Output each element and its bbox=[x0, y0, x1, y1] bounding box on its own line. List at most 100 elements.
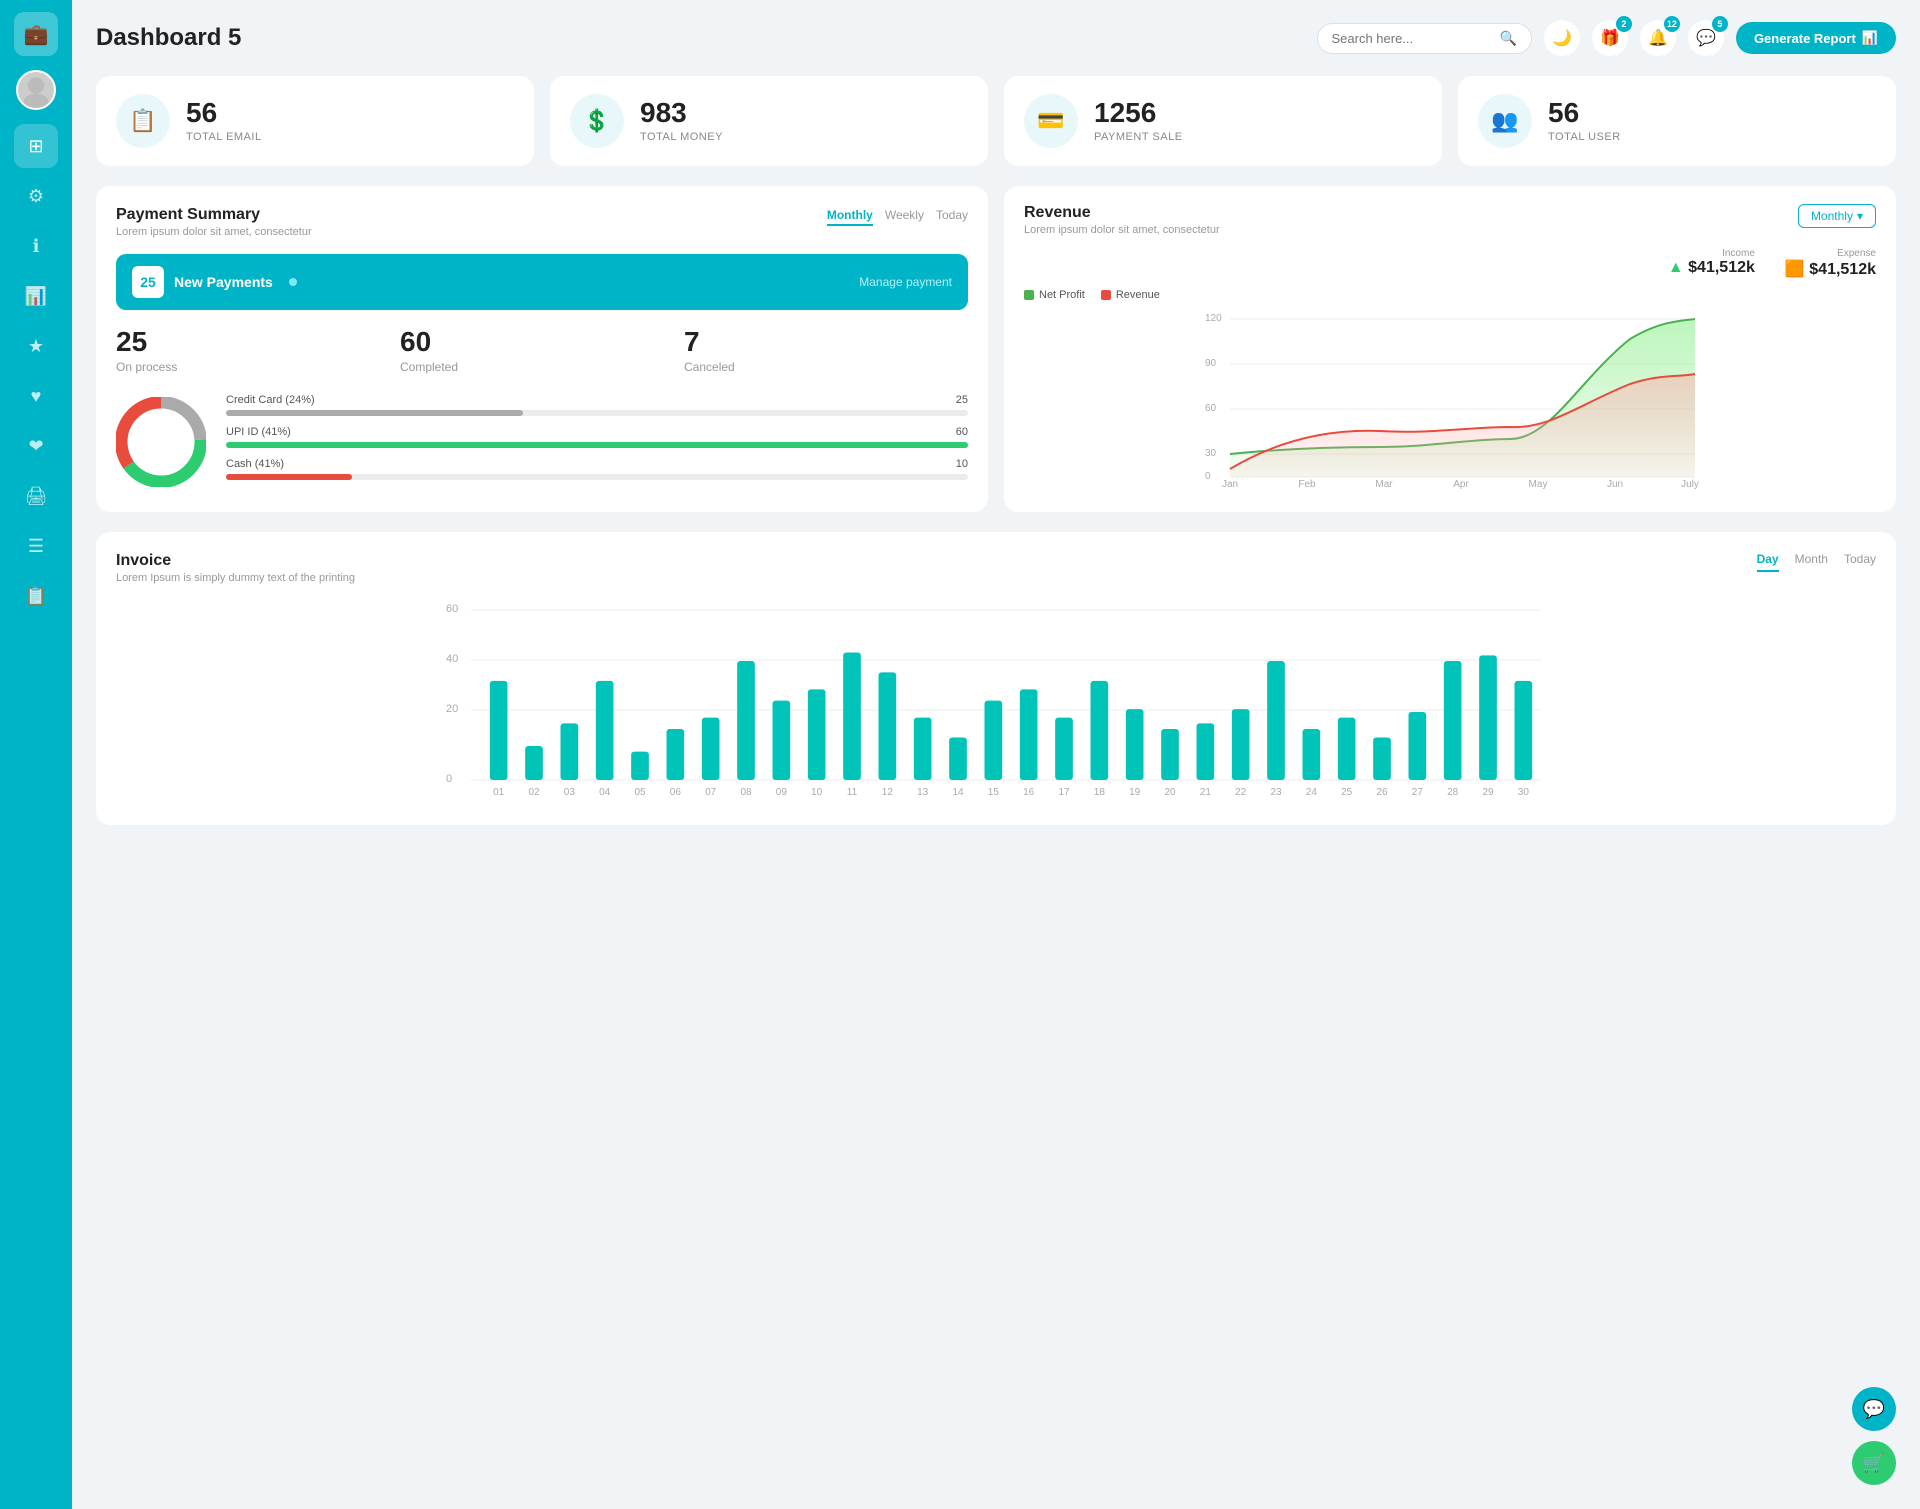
progress-bar-fill-credit bbox=[226, 410, 523, 416]
avatar[interactable] bbox=[16, 70, 56, 110]
revenue-header: Revenue Lorem ipsum dolor sit amet, cons… bbox=[1024, 204, 1876, 236]
stat-info-money: 983 TOTAL MONEY bbox=[640, 99, 723, 143]
page-title: Dashboard 5 bbox=[96, 24, 241, 52]
payment-label: PAYMENT SALE bbox=[1094, 131, 1183, 143]
gift-button[interactable]: 🎁 2 bbox=[1592, 20, 1628, 56]
gift-badge: 2 bbox=[1616, 16, 1632, 32]
sidebar-item-list[interactable]: 📋 bbox=[14, 574, 58, 618]
payment-summary-subtitle: Lorem ipsum dolor sit amet, consectetur bbox=[116, 226, 312, 238]
x-label-02: 02 bbox=[528, 787, 540, 798]
sidebar-item-print[interactable]: 🖨 bbox=[14, 474, 58, 518]
generate-report-button[interactable]: Generate Report 📊 bbox=[1736, 22, 1896, 54]
revenue-filter-button[interactable]: Monthly ▾ bbox=[1798, 204, 1876, 228]
stat-info-payment: 1256 PAYMENT SALE bbox=[1094, 99, 1183, 143]
sidebar-item-star[interactable]: ★ bbox=[14, 324, 58, 368]
header: Dashboard 5 🔍 🌙 🎁 2 🔔 12 💬 5 Generate Re… bbox=[96, 20, 1896, 56]
invoice-tab-today[interactable]: Today bbox=[1844, 552, 1876, 572]
payment-chart-row: Credit Card (24%) 25 UPI ID (41%) 60 bbox=[116, 394, 968, 490]
tab-weekly[interactable]: Weekly bbox=[885, 206, 924, 226]
search-box[interactable]: 🔍 bbox=[1317, 23, 1532, 54]
stats-row: 📋 56 TOTAL EMAIL 💲 983 TOTAL MONEY 💳 125… bbox=[96, 76, 1896, 166]
fab-support[interactable]: 💬 bbox=[1852, 1387, 1896, 1431]
tab-today[interactable]: Today bbox=[936, 206, 968, 226]
manage-payment-link[interactable]: Manage payment bbox=[859, 275, 952, 289]
x-label-03: 03 bbox=[564, 787, 576, 798]
bar-16 bbox=[1020, 689, 1038, 780]
bar-06 bbox=[667, 729, 685, 780]
x-label-25: 25 bbox=[1341, 787, 1353, 798]
x-label-30: 30 bbox=[1518, 787, 1530, 798]
stat-card-user: 👥 56 TOTAL USER bbox=[1458, 76, 1896, 166]
bar-13 bbox=[914, 718, 932, 780]
payment-summary-title: Payment Summary bbox=[116, 206, 312, 224]
metric-on-process: 25 On process bbox=[116, 326, 400, 374]
x-label-06: 06 bbox=[670, 787, 682, 798]
sidebar-logo: 💼 bbox=[14, 12, 58, 56]
progress-label-upi: UPI ID (41%) 60 bbox=[226, 426, 968, 438]
bar-01 bbox=[490, 681, 508, 780]
sidebar-item-menu[interactable]: ☰ bbox=[14, 524, 58, 568]
payment-summary-header: Payment Summary Lorem ipsum dolor sit am… bbox=[116, 206, 968, 238]
sidebar-item-settings[interactable]: ⚙ bbox=[14, 174, 58, 218]
fab-container: 💬 🛒 bbox=[1852, 1387, 1896, 1485]
expense-label: Expense bbox=[1785, 248, 1876, 259]
x-label-21: 21 bbox=[1200, 787, 1212, 798]
x-label-01: 01 bbox=[493, 787, 505, 798]
payment-number: 1256 bbox=[1094, 99, 1183, 127]
middle-row: Payment Summary Lorem ipsum dolor sit am… bbox=[96, 186, 1896, 512]
svg-text:May: May bbox=[1529, 479, 1548, 489]
new-payments-left: 25 New Payments bbox=[132, 266, 297, 298]
revenue-card: Revenue Lorem ipsum dolor sit amet, cons… bbox=[1004, 186, 1896, 512]
x-label-15: 15 bbox=[988, 787, 1000, 798]
new-payments-count: 25 bbox=[132, 266, 164, 298]
x-label-17: 17 bbox=[1058, 787, 1070, 798]
invoice-tab-day[interactable]: Day bbox=[1757, 552, 1779, 572]
sidebar-item-heart[interactable]: ♥ bbox=[14, 374, 58, 418]
invoice-tab-month[interactable]: Month bbox=[1795, 552, 1828, 572]
x-label-08: 08 bbox=[740, 787, 752, 798]
user-label: TOTAL USER bbox=[1548, 131, 1621, 143]
revenue-area bbox=[1230, 374, 1695, 477]
search-icon: 🔍 bbox=[1500, 30, 1517, 47]
svg-text:July: July bbox=[1681, 479, 1699, 489]
sidebar-item-info[interactable]: ℹ bbox=[14, 224, 58, 268]
x-label-28: 28 bbox=[1447, 787, 1459, 798]
chat-button[interactable]: 💬 5 bbox=[1688, 20, 1724, 56]
legend-row: Net Profit Revenue bbox=[1024, 289, 1876, 301]
svg-text:Feb: Feb bbox=[1298, 479, 1316, 489]
payment-summary-card: Payment Summary Lorem ipsum dolor sit am… bbox=[96, 186, 988, 512]
invoice-titles: Invoice Lorem Ipsum is simply dummy text… bbox=[116, 552, 355, 584]
bar-11 bbox=[843, 653, 861, 781]
sidebar-item-heart2[interactable]: ❤ bbox=[14, 424, 58, 468]
bar-03 bbox=[561, 723, 579, 780]
svg-text:Jun: Jun bbox=[1607, 479, 1623, 489]
bell-button[interactable]: 🔔 12 bbox=[1640, 20, 1676, 56]
on-process-label: On process bbox=[116, 360, 400, 374]
x-label-20: 20 bbox=[1164, 787, 1176, 798]
sidebar-item-dashboard[interactable]: ⊞ bbox=[14, 124, 58, 168]
x-label-07: 07 bbox=[705, 787, 717, 798]
x-label-13: 13 bbox=[917, 787, 929, 798]
x-label-16: 16 bbox=[1023, 787, 1035, 798]
expense-down-icon: 🟧 bbox=[1785, 261, 1805, 278]
fab-cart[interactable]: 🛒 bbox=[1852, 1441, 1896, 1485]
email-number: 56 bbox=[186, 99, 262, 127]
search-input[interactable] bbox=[1332, 31, 1492, 46]
revenue-titles: Revenue Lorem ipsum dolor sit amet, cons… bbox=[1024, 204, 1220, 236]
theme-toggle-button[interactable]: 🌙 bbox=[1544, 20, 1580, 56]
progress-bar-bg-credit bbox=[226, 410, 968, 416]
bar-chart-icon: 📊 bbox=[1862, 30, 1878, 46]
bar-09 bbox=[773, 701, 791, 780]
revenue-subtitle: Lorem ipsum dolor sit amet, consectetur bbox=[1024, 224, 1220, 236]
progress-item-upi: UPI ID (41%) 60 bbox=[226, 426, 968, 448]
x-label-24: 24 bbox=[1306, 787, 1318, 798]
svg-text:0: 0 bbox=[446, 773, 452, 785]
svg-text:90: 90 bbox=[1205, 358, 1217, 369]
x-label-05: 05 bbox=[634, 787, 646, 798]
tab-monthly[interactable]: Monthly bbox=[827, 206, 873, 226]
progress-label-cash: Cash (41%) 10 bbox=[226, 458, 968, 470]
invoice-card: Invoice Lorem Ipsum is simply dummy text… bbox=[96, 532, 1896, 825]
x-label-12: 12 bbox=[882, 787, 894, 798]
sidebar-item-analytics[interactable]: 📊 bbox=[14, 274, 58, 318]
bar-14 bbox=[949, 738, 967, 781]
